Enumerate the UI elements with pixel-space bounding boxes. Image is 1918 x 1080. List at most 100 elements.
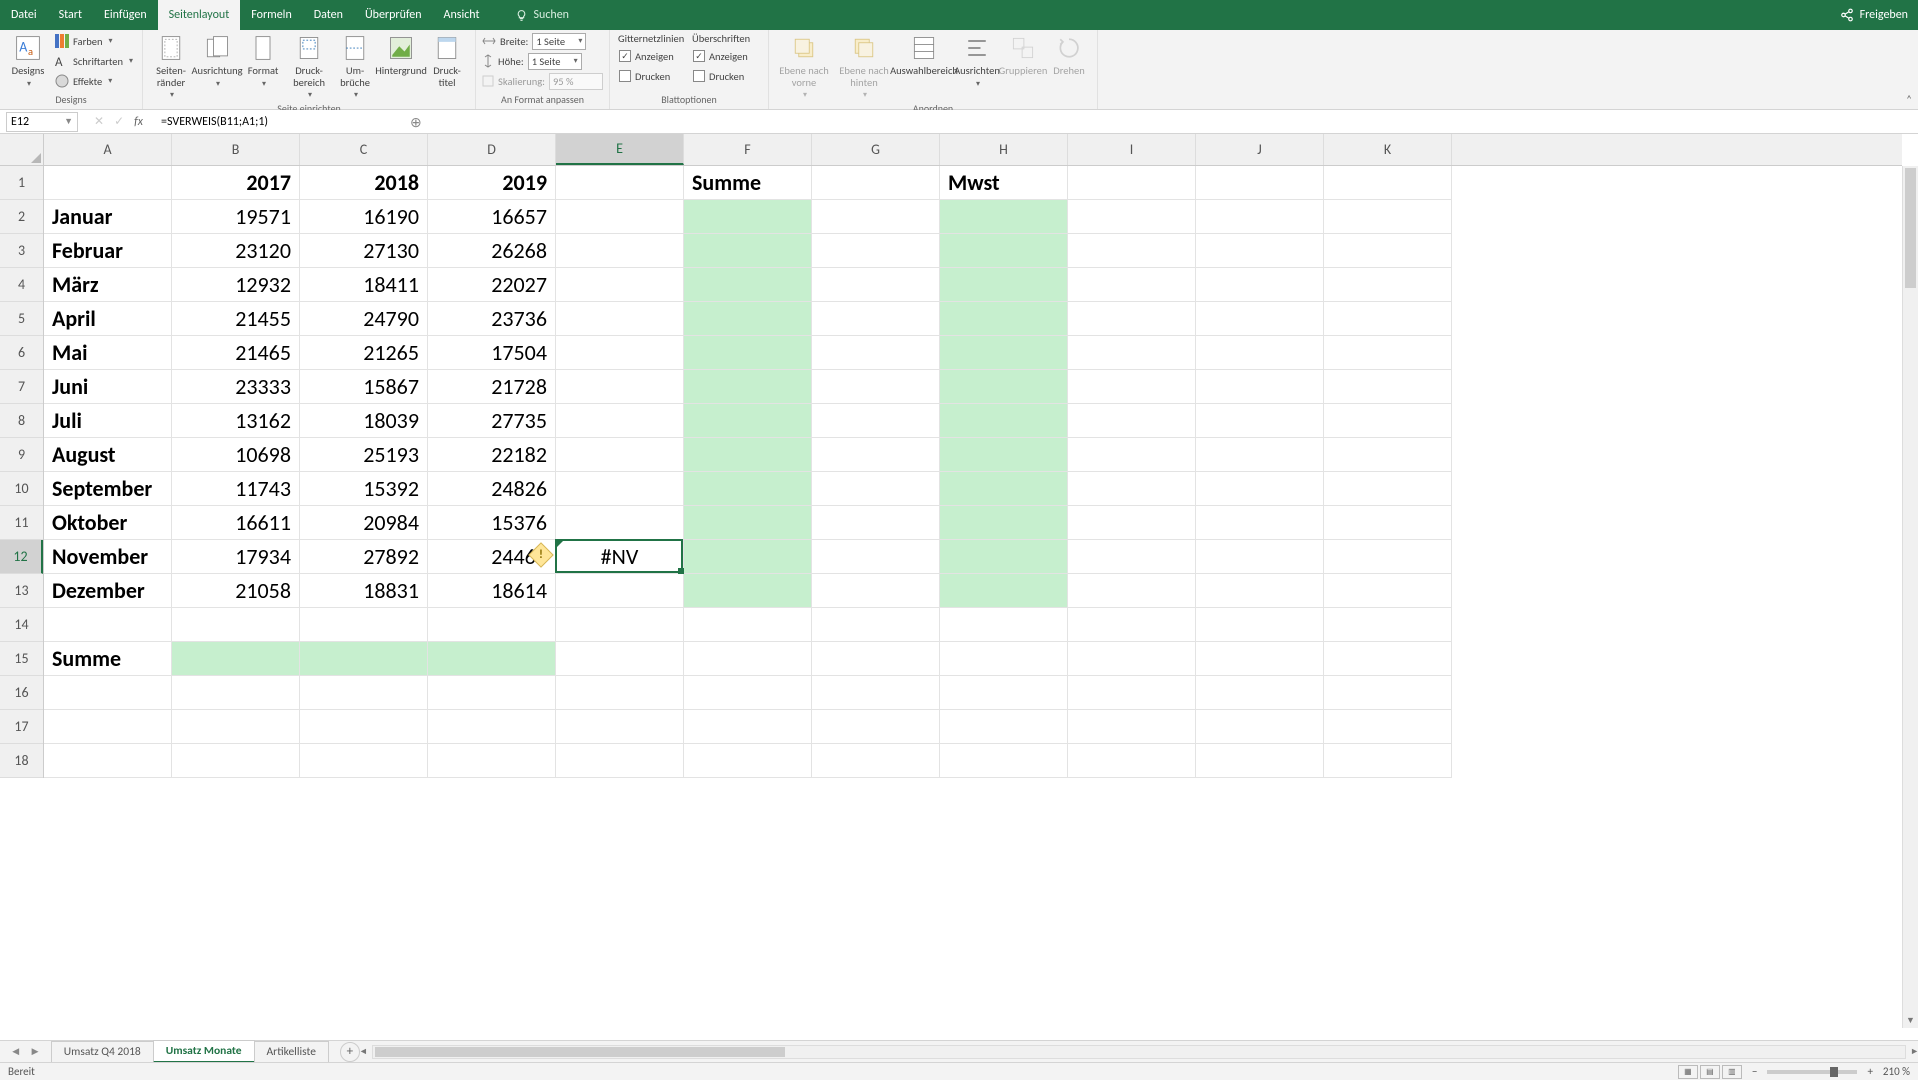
cell-D16[interactable] — [428, 676, 556, 710]
col-header-J[interactable]: J — [1196, 134, 1324, 165]
cell-D6[interactable]: 17504 — [428, 336, 556, 370]
cell-H2[interactable] — [940, 200, 1068, 234]
cell-A5[interactable]: April — [44, 302, 172, 336]
cell-I15[interactable] — [1068, 642, 1196, 676]
print-area-button[interactable]: Druck- bereich▾ — [287, 32, 331, 100]
cell-C7[interactable]: 15867 — [300, 370, 428, 404]
row-header-11[interactable]: 11 — [0, 506, 43, 540]
row-header-3[interactable]: 3 — [0, 234, 43, 268]
cell-J7[interactable] — [1196, 370, 1324, 404]
cell-G9[interactable] — [812, 438, 940, 472]
effects-button[interactable]: Effekte▾ — [52, 72, 136, 90]
cell-F11[interactable] — [684, 506, 812, 540]
selection-pane-button[interactable]: Auswahlbereich — [895, 32, 953, 77]
cell-B11[interactable]: 16611 — [172, 506, 300, 540]
cell-K9[interactable] — [1324, 438, 1452, 472]
tab-seitenlayout[interactable]: Seitenlayout — [158, 0, 241, 30]
cell-J5[interactable] — [1196, 302, 1324, 336]
select-all-corner[interactable] — [0, 134, 44, 166]
cell-E4[interactable] — [556, 268, 684, 302]
row-header-8[interactable]: 8 — [0, 404, 43, 438]
cell-D18[interactable] — [428, 744, 556, 778]
cell-D14[interactable] — [428, 608, 556, 642]
cell-A14[interactable] — [44, 608, 172, 642]
cell-D4[interactable]: 22027 — [428, 268, 556, 302]
cell-J13[interactable] — [1196, 574, 1324, 608]
cell-F16[interactable] — [684, 676, 812, 710]
cell-B10[interactable]: 11743 — [172, 472, 300, 506]
cell-I2[interactable] — [1068, 200, 1196, 234]
cell-D13[interactable]: 18614 — [428, 574, 556, 608]
cell-A4[interactable]: März — [44, 268, 172, 302]
colors-button[interactable]: Farben▾ — [52, 32, 136, 50]
collapse-ribbon-button[interactable]: ˄ — [1906, 93, 1912, 106]
cell-K14[interactable] — [1324, 608, 1452, 642]
name-box[interactable]: E12▼ — [6, 112, 78, 132]
cell-K3[interactable] — [1324, 234, 1452, 268]
cell-C14[interactable] — [300, 608, 428, 642]
row-header-16[interactable]: 16 — [0, 676, 43, 710]
cell-D17[interactable] — [428, 710, 556, 744]
col-header-B[interactable]: B — [172, 134, 300, 165]
cell-E2[interactable] — [556, 200, 684, 234]
cell-E13[interactable] — [556, 574, 684, 608]
tell-me-search[interactable]: Suchen — [515, 8, 569, 22]
cell-J11[interactable] — [1196, 506, 1324, 540]
cell-J12[interactable] — [1196, 540, 1324, 574]
cell-I9[interactable] — [1068, 438, 1196, 472]
cell-J8[interactable] — [1196, 404, 1324, 438]
zoom-level[interactable]: 210 % — [1883, 1065, 1910, 1078]
tab-datei[interactable]: Datei — [0, 0, 48, 30]
headings-print-checkbox[interactable]: Drucken — [690, 67, 762, 85]
cell-F15[interactable] — [684, 642, 812, 676]
row-header-6[interactable]: 6 — [0, 336, 43, 370]
cell-A18[interactable] — [44, 744, 172, 778]
size-button[interactable]: Format▾ — [241, 32, 285, 88]
cell-I12[interactable] — [1068, 540, 1196, 574]
cell-B18[interactable] — [172, 744, 300, 778]
zoom-out-button[interactable]: − — [1752, 1065, 1757, 1078]
cell-J14[interactable] — [1196, 608, 1324, 642]
cell-I5[interactable] — [1068, 302, 1196, 336]
cell-H7[interactable] — [940, 370, 1068, 404]
cancel-formula-button[interactable]: ✕ — [94, 114, 104, 129]
cell-F6[interactable] — [684, 336, 812, 370]
cell-C3[interactable]: 27130 — [300, 234, 428, 268]
cell-G5[interactable] — [812, 302, 940, 336]
cell-F3[interactable] — [684, 234, 812, 268]
cell-K7[interactable] — [1324, 370, 1452, 404]
cell-D8[interactable]: 27735 — [428, 404, 556, 438]
row-header-17[interactable]: 17 — [0, 710, 43, 744]
cell-I7[interactable] — [1068, 370, 1196, 404]
cell-A16[interactable] — [44, 676, 172, 710]
cell-F18[interactable] — [684, 744, 812, 778]
cell-F1[interactable]: Summe — [684, 166, 812, 200]
cell-E18[interactable] — [556, 744, 684, 778]
cell-H16[interactable] — [940, 676, 1068, 710]
cell-C10[interactable]: 15392 — [300, 472, 428, 506]
gridlines-print-checkbox[interactable]: Drucken — [616, 67, 688, 85]
cell-H17[interactable] — [940, 710, 1068, 744]
row-header-15[interactable]: 15 — [0, 642, 43, 676]
row-header-9[interactable]: 9 — [0, 438, 43, 472]
vertical-scrollbar[interactable]: ▲ ▼ — [1902, 166, 1918, 1028]
cell-A6[interactable]: Mai — [44, 336, 172, 370]
cell-G7[interactable] — [812, 370, 940, 404]
cell-G16[interactable] — [812, 676, 940, 710]
cell-A7[interactable]: Juni — [44, 370, 172, 404]
row-header-7[interactable]: 7 — [0, 370, 43, 404]
cell-G14[interactable] — [812, 608, 940, 642]
cell-G13[interactable] — [812, 574, 940, 608]
cell-J17[interactable] — [1196, 710, 1324, 744]
align-button[interactable]: Ausrichten▾ — [955, 32, 999, 88]
cell-B6[interactable]: 21465 — [172, 336, 300, 370]
cell-B14[interactable] — [172, 608, 300, 642]
cell-H8[interactable] — [940, 404, 1068, 438]
cell-D9[interactable]: 22182 — [428, 438, 556, 472]
cell-B8[interactable]: 13162 — [172, 404, 300, 438]
cell-E11[interactable] — [556, 506, 684, 540]
cell-B2[interactable]: 19571 — [172, 200, 300, 234]
cells-area[interactable]: 201720182019SummeMwstJanuar1957116190166… — [44, 166, 1902, 1028]
zoom-slider-knob[interactable] — [1830, 1067, 1838, 1077]
cell-K13[interactable] — [1324, 574, 1452, 608]
